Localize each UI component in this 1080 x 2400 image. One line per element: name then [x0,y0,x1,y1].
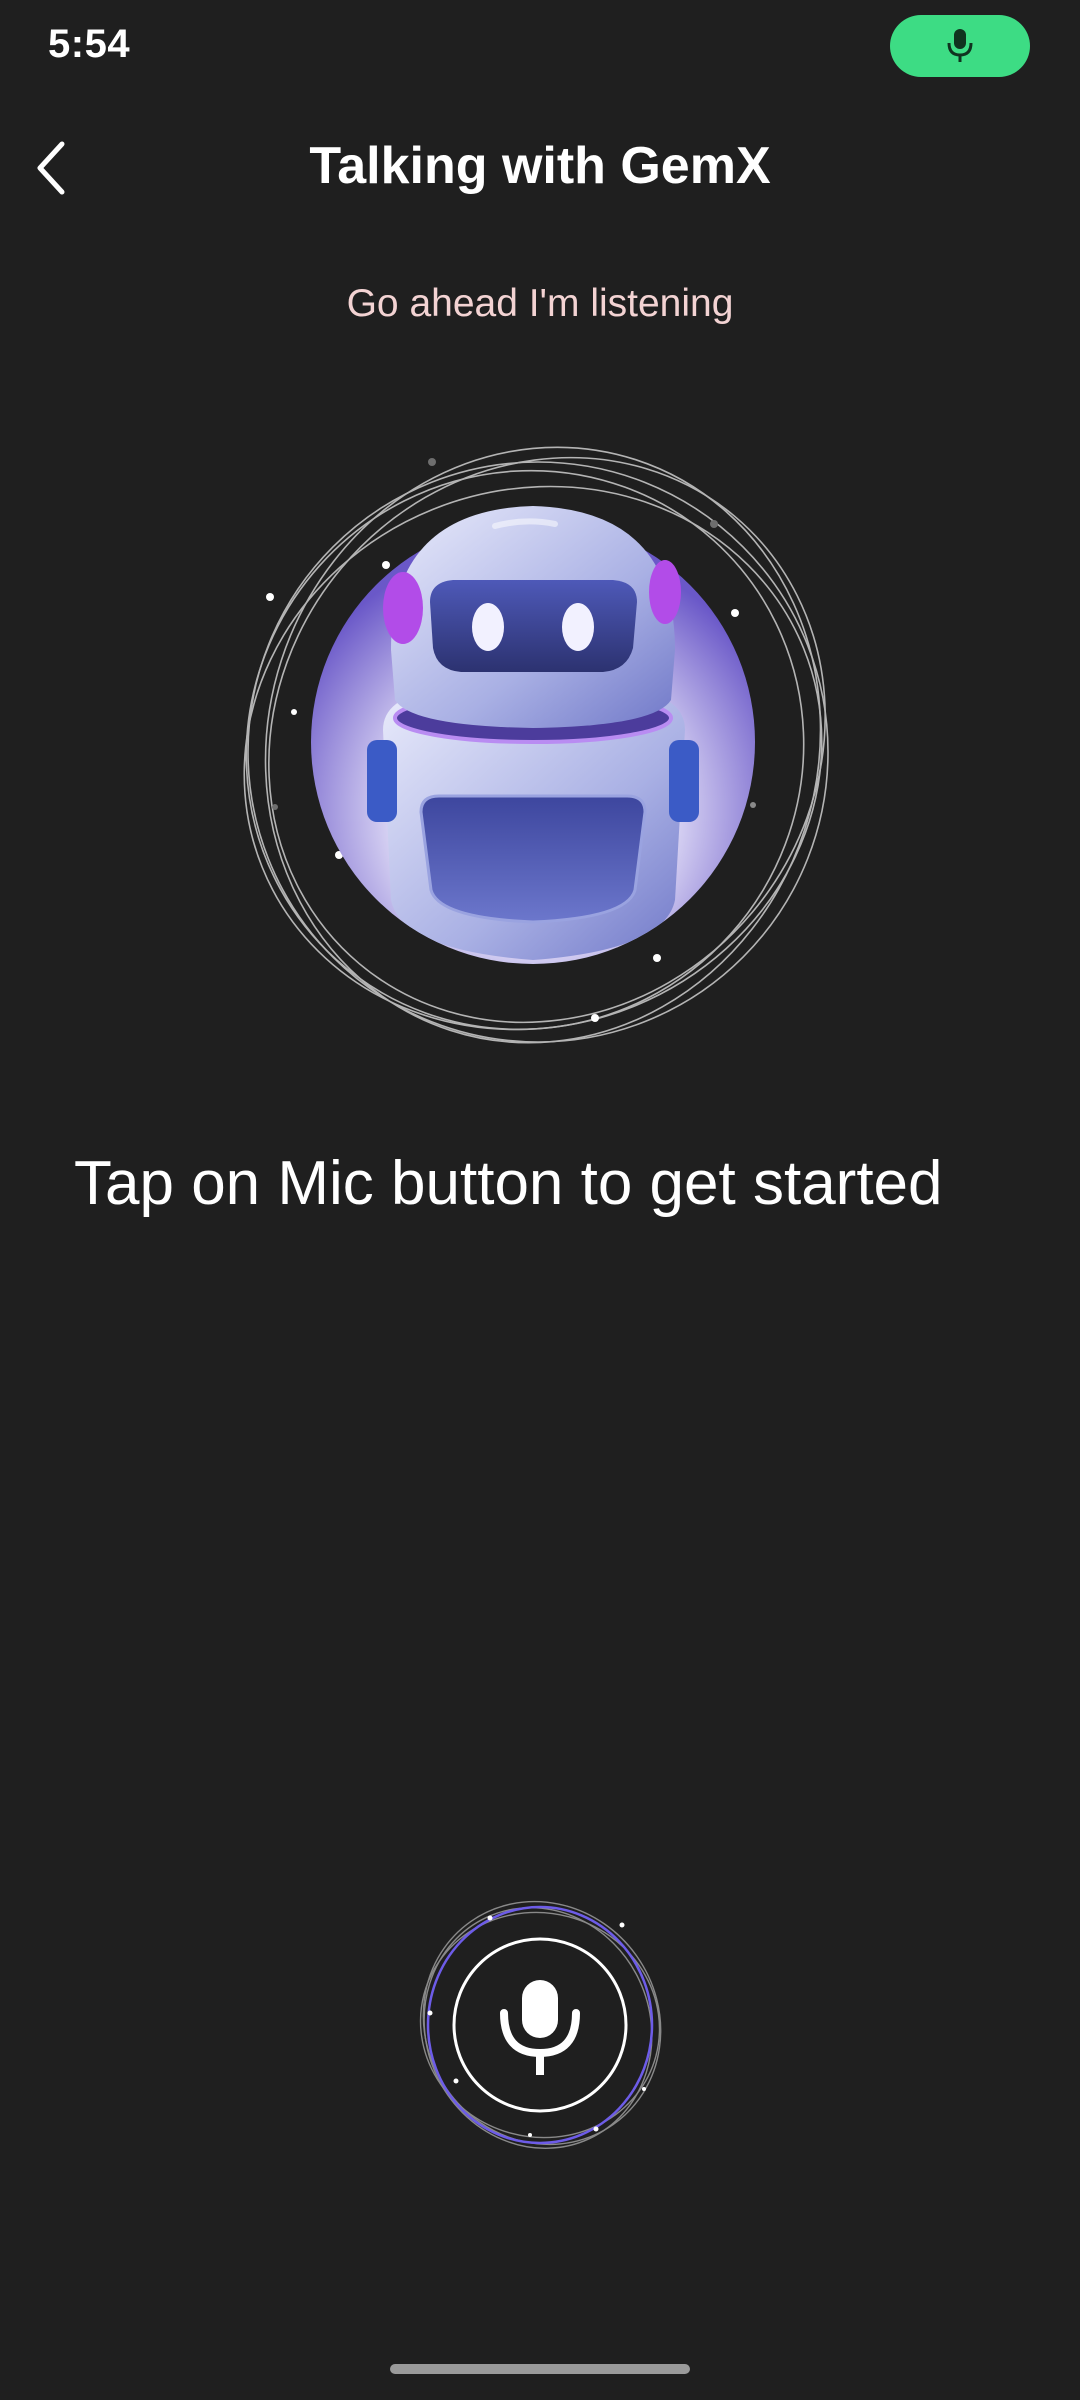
mic-active-indicator[interactable] [890,15,1030,77]
robot-illustration [243,446,829,1044]
status-time: 5:54 [48,22,131,66]
instruction-text: Tap on Mic button to get started [74,1149,943,1218]
mic-button-graphic [419,1900,662,2149]
listening-status: Go ahead I'm listening [346,282,734,325]
mic-button[interactable] [400,1885,680,2165]
assistant-avatar [225,440,855,1070]
page-title: Talking with GemX [309,137,771,195]
microphone-icon [947,29,973,62]
status-bar: 5:54 [0,0,1080,96]
home-indicator[interactable] [390,2364,690,2374]
app-bar: Talking with GemX [0,120,1080,216]
